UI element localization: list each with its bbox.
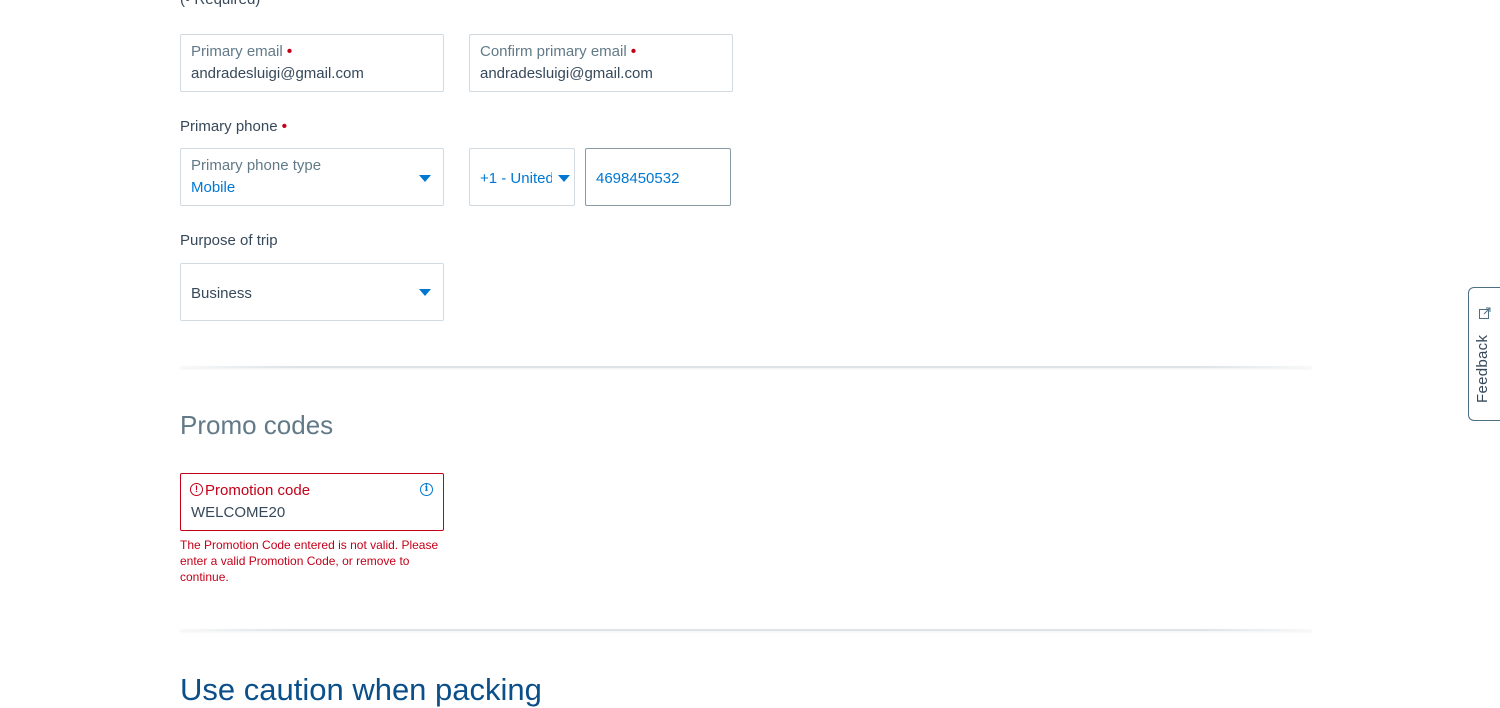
confirm-email-label: Confirm primary email • <box>480 43 637 60</box>
promotion-code-value: WELCOME20 <box>191 504 286 521</box>
required-marker: • <box>281 118 287 135</box>
primary-email-field[interactable]: Primary email • andradesluigi@gmail.com <box>180 34 444 92</box>
promotion-code-error: The Promotion Code entered is not valid.… <box>180 538 439 584</box>
primary-email-label: Primary email • <box>191 43 293 60</box>
required-marker: • <box>630 43 637 60</box>
purpose-of-trip-label: Purpose of trip <box>180 232 278 249</box>
required-note: (• Required) <box>180 0 260 8</box>
required-marker: • <box>286 43 293 60</box>
section-divider <box>180 366 1312 368</box>
primary-phone-label: Primary phone • <box>180 118 287 135</box>
purpose-of-trip-value: Business <box>191 285 252 302</box>
phone-number-input[interactable]: 4698450532 <box>585 148 731 206</box>
chevron-down-icon <box>419 175 431 182</box>
phone-type-label: Primary phone type <box>191 157 322 174</box>
chevron-down-icon <box>419 289 431 296</box>
phone-type-value: Mobile <box>191 179 236 196</box>
purpose-of-trip-select[interactable]: Business <box>180 263 444 321</box>
section-divider <box>180 629 1312 631</box>
alert-circle-icon: ! <box>190 483 203 496</box>
promotion-code-label: Promotion code <box>205 482 311 499</box>
promo-codes-heading: Promo codes <box>180 410 334 440</box>
chevron-down-icon <box>558 175 570 182</box>
country-code-value: +1 - United <box>480 170 552 187</box>
external-link-icon <box>1479 307 1491 319</box>
confirm-email-field[interactable]: Confirm primary email • andradesluigi@gm… <box>469 34 733 92</box>
feedback-label: Feedback <box>1474 334 1491 403</box>
confirm-email-value: andradesluigi@gmail.com <box>480 65 653 82</box>
country-code-select[interactable]: +1 - United <box>469 148 575 206</box>
promotion-code-input[interactable]: ! Promotion code i WELCOME20 <box>180 473 444 531</box>
use-caution-heading: Use caution when packing <box>180 672 542 707</box>
phone-number-value: 4698450532 <box>596 170 680 187</box>
phone-type-select[interactable]: Primary phone type Mobile <box>180 148 444 206</box>
info-icon[interactable]: i <box>420 483 433 496</box>
primary-email-value: andradesluigi@gmail.com <box>191 65 364 82</box>
feedback-tab[interactable]: Feedback <box>1468 287 1500 421</box>
